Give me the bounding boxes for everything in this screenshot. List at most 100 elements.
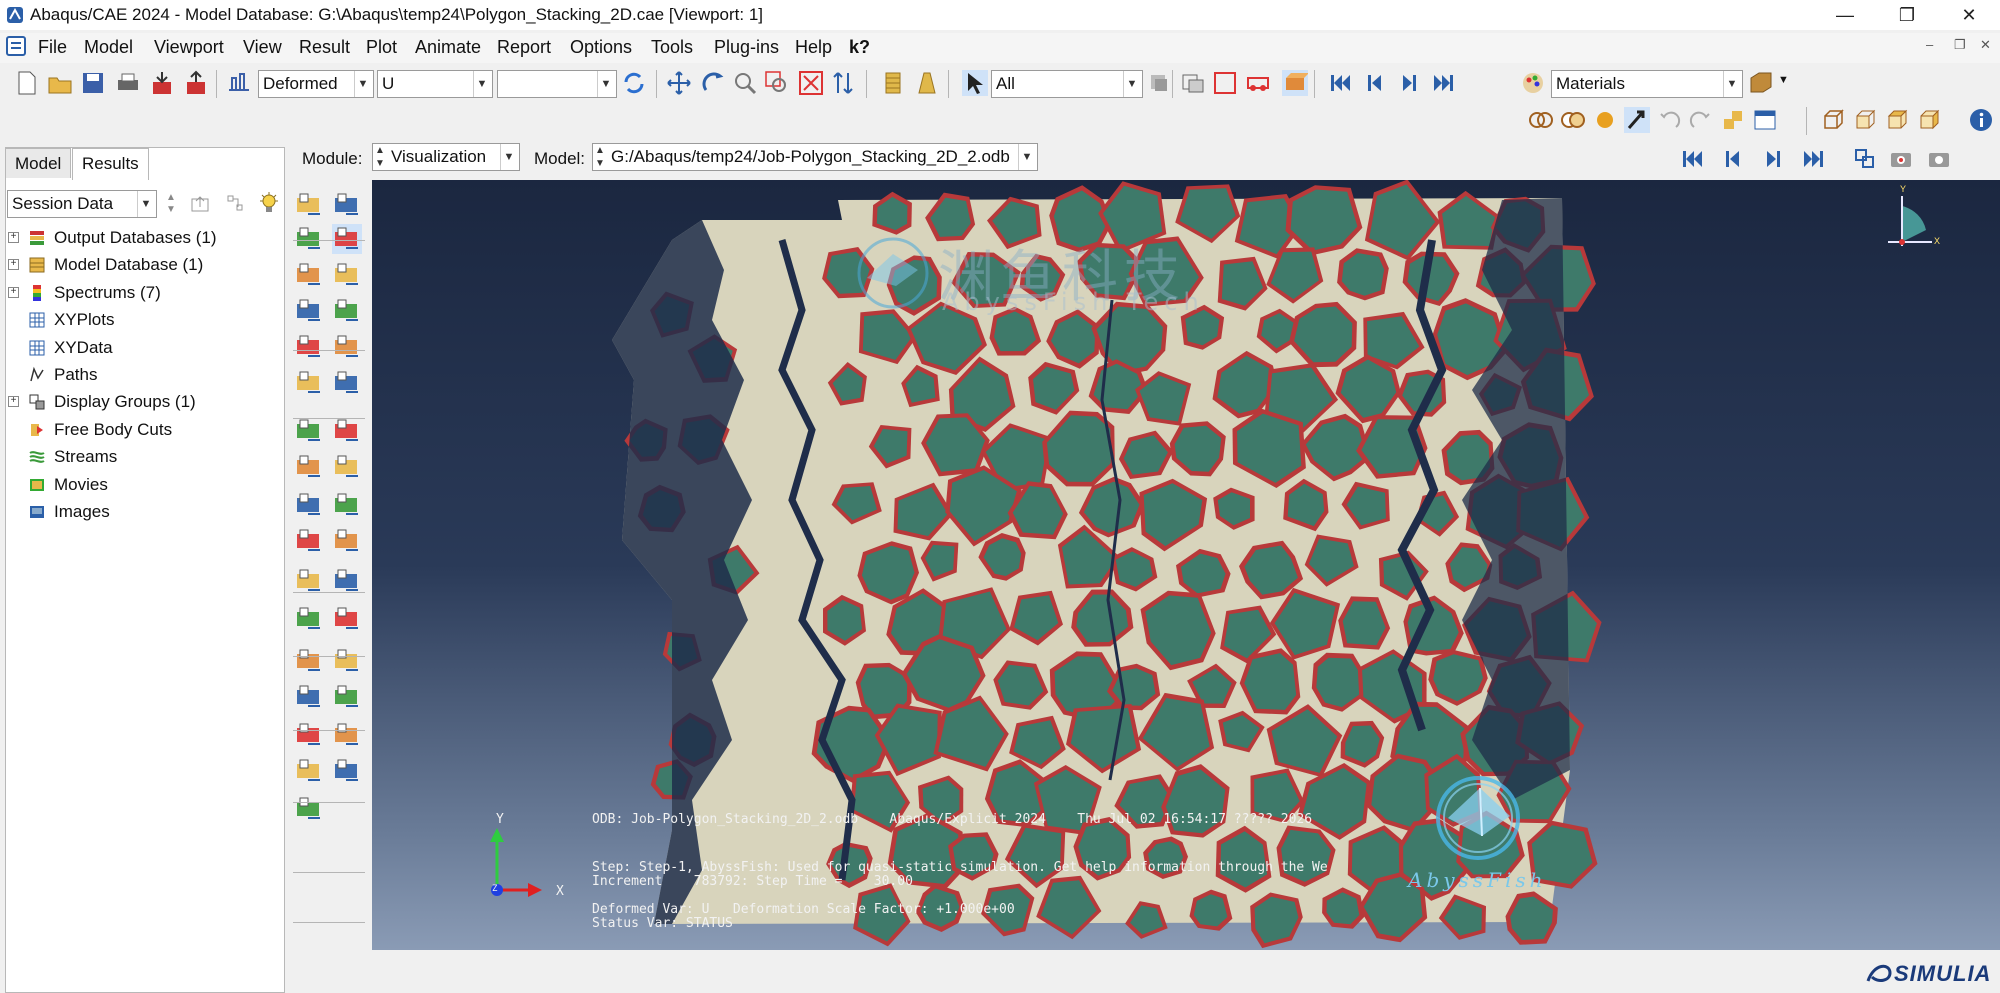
animate-harmonic-icon[interactable] (294, 452, 324, 482)
sweep-extrude-icon[interactable] (294, 720, 324, 750)
expand-icon[interactable]: + (8, 232, 19, 243)
active-steps-icon[interactable] (294, 682, 324, 712)
color-code-select[interactable]: Materials ▼ (1551, 70, 1743, 98)
sweep-manager-icon[interactable] (332, 720, 362, 750)
field-component-select[interactable]: ▼ (497, 70, 617, 98)
field-variable-select[interactable]: U ▼ (377, 70, 493, 98)
node-select-icon[interactable] (1245, 70, 1271, 96)
redo-view-icon[interactable] (1688, 107, 1714, 133)
boundary-options-icon[interactable] (332, 368, 362, 398)
menu-animate[interactable]: Animate (415, 37, 481, 58)
plot-state-select[interactable]: Deformed ▼ (258, 70, 374, 98)
box-zoom-icon[interactable] (764, 70, 790, 96)
import-icon[interactable] (148, 70, 174, 96)
next-frame-icon[interactable] (1760, 146, 1786, 172)
minimize-button[interactable]: — (1822, 0, 1868, 30)
menu-view[interactable]: View (243, 37, 282, 58)
plot-contours-options-icon[interactable] (332, 224, 362, 254)
undo-view-icon[interactable] (1656, 107, 1682, 133)
first-frame-icon[interactable] (1680, 146, 1706, 172)
color-code-options-icon[interactable] (1748, 70, 1774, 96)
previous-frame-icon[interactable] (1720, 146, 1746, 172)
document-menu-icon[interactable] (6, 36, 26, 56)
tree-up-icon[interactable] (190, 193, 212, 213)
refresh-icon[interactable] (621, 70, 647, 96)
query-probe-icon[interactable] (294, 604, 324, 634)
display-group-create-icon[interactable] (1180, 70, 1206, 96)
column-select-icon[interactable] (880, 70, 906, 96)
menu-model[interactable]: Model (84, 37, 133, 58)
box-select-icon[interactable] (1212, 70, 1238, 96)
auto-fit-icon[interactable] (798, 70, 824, 96)
menu-plugins[interactable]: Plug-ins (714, 37, 779, 58)
xy-data-manager-icon[interactable] (332, 526, 362, 556)
color-code-icon[interactable] (1520, 70, 1546, 96)
last-frame-icon[interactable] (1800, 146, 1826, 172)
zoom-icon[interactable] (732, 70, 758, 96)
report-field-icon[interactable] (294, 756, 324, 786)
plot-boundary-icon[interactable] (294, 368, 324, 398)
context-help-pointer[interactable]: k? (849, 37, 870, 58)
restore-button[interactable]: ❐ (1884, 0, 1930, 30)
mdi-close-button[interactable]: ✕ (1980, 37, 1991, 53)
menu-result[interactable]: Result (299, 37, 350, 58)
plot-symbols-options-icon[interactable] (332, 260, 362, 290)
view-iso-icon[interactable] (1820, 107, 1846, 133)
menu-file[interactable]: File (38, 37, 67, 58)
plot-deformed-icon[interactable] (332, 190, 362, 220)
view-cut-manager-icon[interactable] (332, 490, 362, 520)
last-frame-icon[interactable] (1430, 70, 1456, 96)
plot-allow-multiple-options-icon[interactable] (332, 332, 362, 362)
camera-icon[interactable] (1926, 146, 1952, 172)
module-select[interactable]: ▲ ▼ Visualization ▼ (372, 143, 520, 171)
close-button[interactable]: ✕ (1946, 0, 1992, 30)
display-group-manager-icon[interactable] (332, 682, 362, 712)
material-orientation-options-icon[interactable] (332, 296, 362, 326)
cycle-views-icon[interactable] (830, 70, 856, 96)
mdi-minimize-button[interactable]: – (1926, 37, 1933, 52)
viewport-canvas[interactable]: 渊鱼科技 AbyssFish Tech AbyssFish Y X Y X Z … (372, 180, 2000, 950)
record-camera-icon[interactable] (1888, 146, 1914, 172)
animate-scale-factor-icon[interactable] (294, 416, 324, 446)
report-manager-icon[interactable] (332, 756, 362, 786)
plot-material-orientation-icon[interactable] (294, 296, 324, 326)
render-hidden-icon[interactable] (1560, 107, 1586, 133)
pan-icon[interactable] (666, 70, 692, 96)
plot-allow-multiple-icon[interactable] (294, 332, 324, 362)
menu-report[interactable]: Report (497, 37, 551, 58)
save-icon[interactable] (80, 70, 106, 96)
free-body-manager-icon[interactable] (332, 604, 362, 634)
tree-filter-select[interactable]: Session Data ▼ (7, 190, 157, 218)
selection-filter-select[interactable]: All ▼ (991, 70, 1143, 98)
expand-icon[interactable]: + (8, 286, 19, 298)
selection-options-icon[interactable] (1146, 70, 1172, 96)
plot-undeformed-icon[interactable] (294, 190, 324, 220)
menu-options[interactable]: Options (570, 37, 632, 58)
export-icon[interactable] (182, 70, 208, 96)
tab-model[interactable]: Model (5, 148, 72, 178)
select-cursor-icon[interactable] (962, 70, 988, 96)
print-icon[interactable] (114, 70, 140, 96)
xy-data-create-icon[interactable] (294, 526, 324, 556)
previous-frame-icon[interactable] (1362, 70, 1388, 96)
model-select[interactable]: ▲ ▼ G:/Abaqus/temp24/Job-Polygon_Stacking… (592, 143, 1038, 171)
next-frame-icon[interactable] (1396, 70, 1422, 96)
perspective-icon[interactable] (1624, 107, 1650, 133)
stream-create-icon[interactable] (294, 646, 324, 676)
first-frame-icon[interactable] (1328, 70, 1354, 96)
animate-time-history-icon[interactable] (332, 416, 362, 446)
element-select-icon[interactable] (1282, 70, 1308, 96)
plot-symbols-icon[interactable] (294, 260, 324, 290)
view-cut-icon[interactable] (294, 490, 324, 520)
tools-pencil-icon[interactable] (294, 794, 324, 824)
spin-arrows-icon[interactable]: ▲ ▼ (166, 192, 176, 216)
rotate-icon[interactable] (700, 70, 726, 96)
menu-plot[interactable]: Plot (366, 37, 397, 58)
query-odb-icon[interactable] (226, 70, 252, 96)
view-top-icon[interactable] (1884, 107, 1910, 133)
stream-manager-icon[interactable] (332, 646, 362, 676)
animate-options-icon[interactable] (332, 452, 362, 482)
render-wireframe-icon[interactable] (1528, 107, 1554, 133)
info-icon[interactable] (1968, 107, 1994, 133)
render-shaded-icon[interactable] (1592, 107, 1618, 133)
